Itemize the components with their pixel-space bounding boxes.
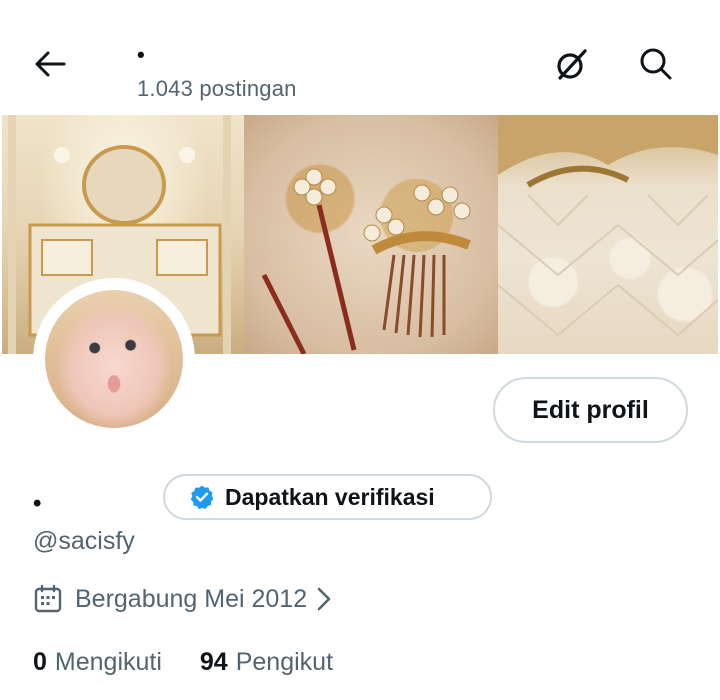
chevron-right-icon bbox=[315, 586, 333, 612]
verified-badge-icon bbox=[190, 485, 214, 510]
back-button[interactable] bbox=[30, 46, 70, 82]
header-title-block: • 1.043 postingan bbox=[137, 44, 297, 102]
post-count: 1.043 postingan bbox=[137, 76, 297, 101]
arrow-left-icon bbox=[35, 51, 66, 77]
profile-display-name: • bbox=[33, 490, 42, 517]
followers-count: 94 bbox=[199, 648, 228, 676]
avatar-image bbox=[45, 290, 183, 428]
follow-stats: 0 Mengikuti 94 Pengikut bbox=[33, 648, 333, 677]
top-bar: • 1.043 postingan bbox=[0, 0, 720, 115]
search-icon bbox=[640, 48, 672, 80]
grok-icon bbox=[557, 49, 587, 80]
following-count: 0 bbox=[33, 648, 47, 676]
grok-button[interactable] bbox=[552, 44, 592, 84]
followers-stat[interactable]: 94 Pengikut bbox=[200, 648, 333, 677]
joined-date-row[interactable]: Bergabung Mei 2012 bbox=[33, 584, 333, 614]
calendar-icon bbox=[33, 584, 63, 614]
search-button[interactable] bbox=[636, 44, 676, 84]
following-label: Mengikuti bbox=[54, 648, 162, 676]
banner-hairpins-image bbox=[244, 115, 498, 354]
get-verified-button[interactable]: Dapatkan verifikasi bbox=[163, 474, 492, 520]
following-stat[interactable]: 0 Mengikuti bbox=[33, 648, 162, 677]
followers-label: Pengikut bbox=[235, 648, 334, 676]
profile-avatar[interactable] bbox=[33, 278, 195, 440]
edit-profile-button[interactable]: Edit profil bbox=[493, 377, 688, 443]
header-display-name: • bbox=[137, 42, 145, 67]
get-verified-label: Dapatkan verifikasi bbox=[225, 483, 435, 510]
banner-headboard-image bbox=[498, 115, 718, 354]
profile-handle: @sacisfy bbox=[33, 527, 135, 555]
joined-date-text: Bergabung Mei 2012 bbox=[75, 584, 308, 613]
